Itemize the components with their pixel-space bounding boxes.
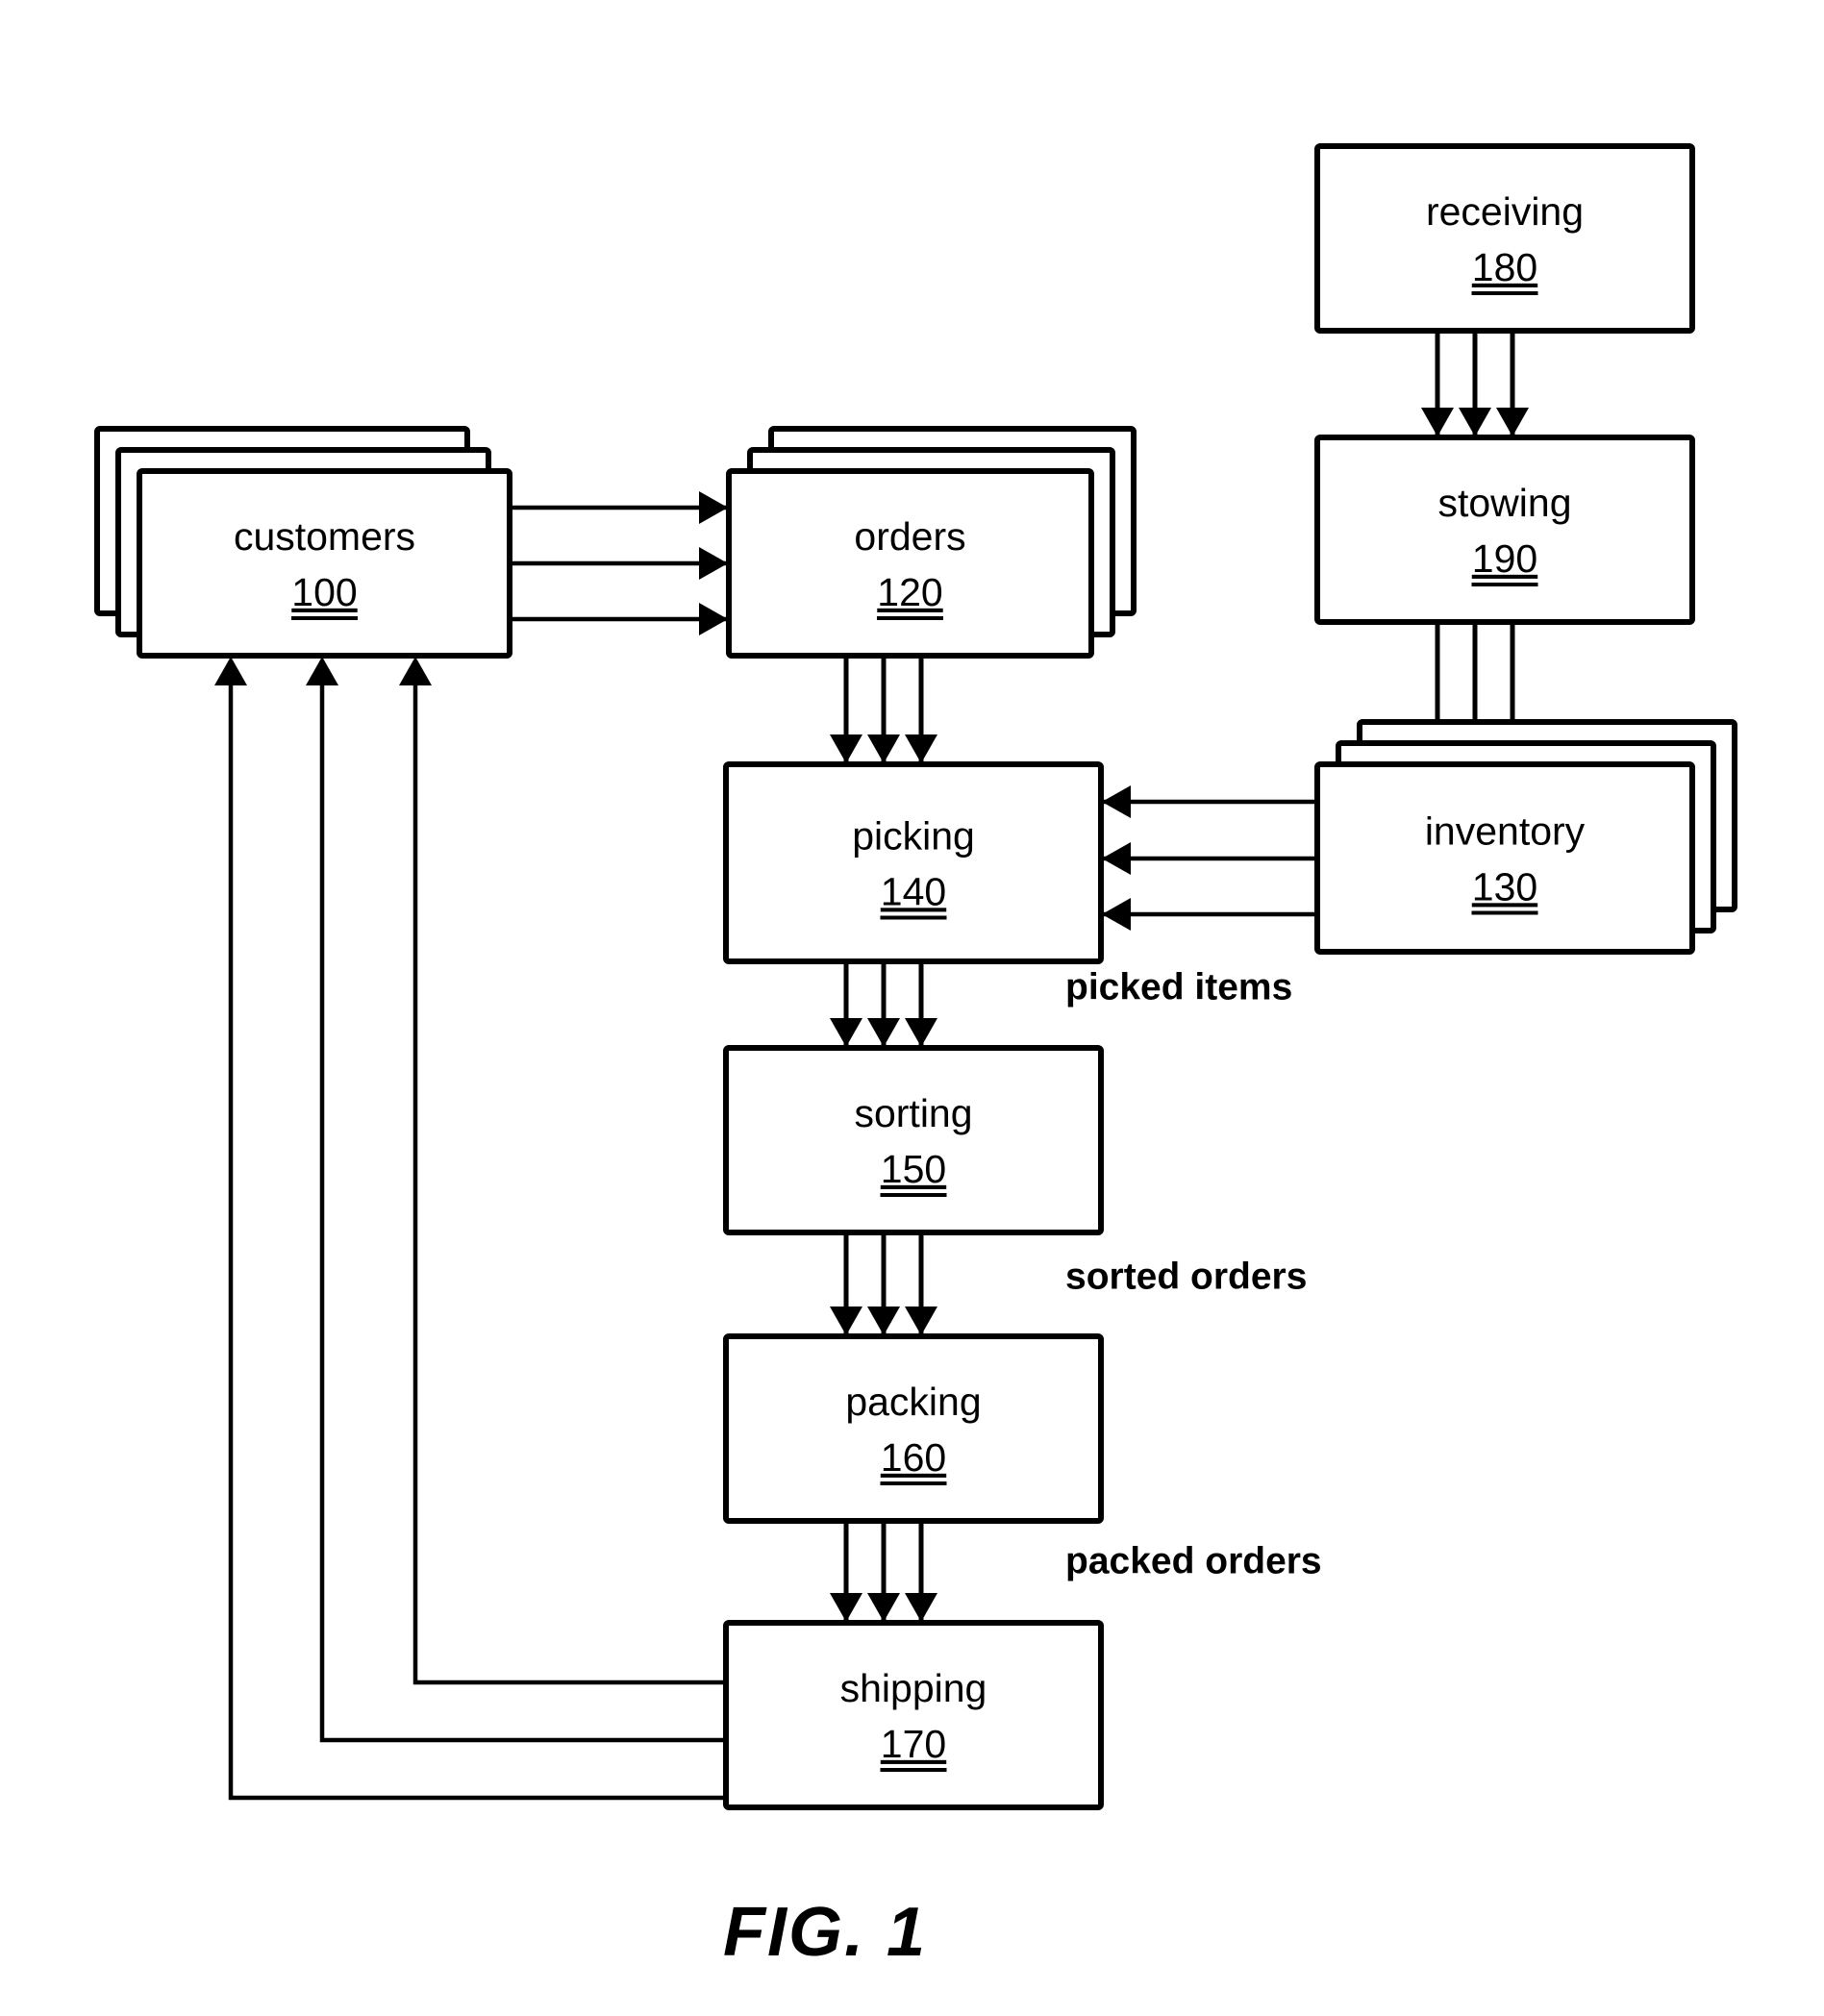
node-shipping-box[interactable]	[723, 1620, 1104, 1810]
node-receiving-label: receiving	[1426, 189, 1584, 234]
flow-customers-to-orders-arrowhead-1	[699, 547, 728, 580]
node-orders[interactable]: orders 120	[726, 426, 1137, 659]
flow-picking-to-sorting-arrowhead-2	[905, 1018, 937, 1047]
node-stowing[interactable]: stowing 190	[1314, 435, 1695, 625]
flow-shipping-to-customers-arrowhead-1	[306, 657, 338, 685]
node-receiving[interactable]: receiving 180	[1314, 143, 1695, 334]
flow-customers-to-orders	[510, 491, 728, 635]
flow-orders-to-picking-arrowhead-1	[867, 734, 900, 763]
node-packing-label: packing	[845, 1380, 981, 1424]
flow-sorting-to-packing-arrowhead-1	[867, 1307, 900, 1335]
nodes-layer: customers 100 orders 120 picking 140 sorting 15…	[94, 143, 1737, 1810]
flow-shipping-to-customers-arrowhead-2	[399, 657, 432, 685]
flow-receiving-to-stowing-arrowhead-2	[1496, 408, 1529, 436]
node-orders-reference-number: 120	[877, 570, 942, 614]
flow-inventory-to-picking-arrowhead-0	[1102, 785, 1131, 818]
node-packing-reference-number: 160	[881, 1435, 946, 1480]
flow-sorting-to-packing-arrowhead-2	[905, 1307, 937, 1335]
node-customers-box[interactable]	[137, 468, 512, 659]
node-packing[interactable]: packing 160	[723, 1333, 1104, 1524]
flow-packing-to-shipping-arrowhead-2	[905, 1593, 937, 1622]
flow-packing-to-shipping-arrowhead-0	[830, 1593, 862, 1622]
flow-sorting-to-packing	[830, 1232, 937, 1335]
flow-receiving-to-stowing-arrowhead-1	[1459, 408, 1491, 436]
flow-receiving-to-stowing	[1421, 331, 1529, 436]
node-receiving-reference-number: 180	[1472, 245, 1537, 289]
flow-customers-to-orders-arrowhead-0	[699, 491, 728, 524]
node-orders-box[interactable]	[726, 468, 1094, 659]
node-stowing-label: stowing	[1437, 481, 1571, 525]
node-sorting-label: sorting	[854, 1091, 972, 1135]
node-inventory-label: inventory	[1425, 809, 1586, 853]
node-customers[interactable]: customers 100	[94, 426, 512, 659]
flow-shipping-to-customers	[214, 657, 726, 1801]
node-sorting-reference-number: 150	[881, 1147, 946, 1191]
node-customers-reference-number: 100	[291, 570, 357, 614]
node-stowing-reference-number: 190	[1472, 536, 1537, 581]
node-orders-label: orders	[854, 514, 965, 559]
flow-picking-to-sorting-arrowhead-0	[830, 1018, 862, 1047]
edge-label-packed-orders: packed orders	[1065, 1540, 1322, 1581]
figure-caption: FIG. 1	[723, 1894, 927, 1971]
flow-inventory-to-picking-arrowhead-2	[1102, 898, 1131, 931]
node-inventory[interactable]: inventory 130	[1314, 719, 1737, 955]
flow-shipping-to-customers-arrowhead-0	[214, 657, 247, 685]
edge-label-sorted-orders: sorted orders	[1065, 1256, 1307, 1297]
node-shipping-label: shipping	[840, 1666, 987, 1710]
edge-label-picked-items: picked items	[1065, 966, 1292, 1008]
flow-shipping-to-customers-path-0	[228, 684, 726, 1801]
flow-shipping-to-customers-path-2	[412, 684, 726, 1685]
node-picking[interactable]: picking 140	[723, 761, 1104, 964]
flow-shipping-to-customers-path-1	[319, 684, 726, 1743]
flow-receiving-to-stowing-arrowhead-0	[1421, 408, 1454, 436]
node-packing-box[interactable]	[723, 1333, 1104, 1524]
node-customers-label: customers	[234, 514, 415, 559]
flow-orders-to-picking	[830, 656, 937, 763]
flow-sorting-to-packing-arrowhead-0	[830, 1307, 862, 1335]
node-picking-box[interactable]	[723, 761, 1104, 964]
node-stowing-box[interactable]	[1314, 435, 1695, 625]
node-picking-label: picking	[852, 813, 975, 858]
process-flow-diagram: customers 100 orders 120 picking 140 sorting 15…	[94, 143, 1737, 1971]
node-inventory-reference-number: 130	[1472, 864, 1537, 908]
figure-container: customers 100 orders 120 picking 140 sorting 15…	[0, 0, 1824, 2016]
flow-picking-to-sorting	[830, 961, 937, 1047]
flow-picking-to-sorting-arrowhead-1	[867, 1018, 900, 1047]
flow-customers-to-orders-arrowhead-2	[699, 603, 728, 635]
flow-packing-to-shipping	[830, 1521, 937, 1622]
flow-inventory-to-picking	[1102, 785, 1317, 931]
flow-orders-to-picking-arrowhead-2	[905, 734, 937, 763]
node-inventory-box[interactable]	[1314, 761, 1695, 955]
flow-packing-to-shipping-arrowhead-1	[867, 1593, 900, 1622]
node-sorting-box[interactable]	[723, 1045, 1104, 1235]
node-receiving-box[interactable]	[1314, 143, 1695, 334]
flow-inventory-to-picking-arrowhead-1	[1102, 842, 1131, 875]
node-shipping[interactable]: shipping 170	[723, 1620, 1104, 1810]
node-shipping-reference-number: 170	[881, 1722, 946, 1766]
node-sorting[interactable]: sorting 150	[723, 1045, 1104, 1235]
flow-orders-to-picking-arrowhead-0	[830, 734, 862, 763]
node-picking-reference-number: 140	[881, 869, 946, 913]
